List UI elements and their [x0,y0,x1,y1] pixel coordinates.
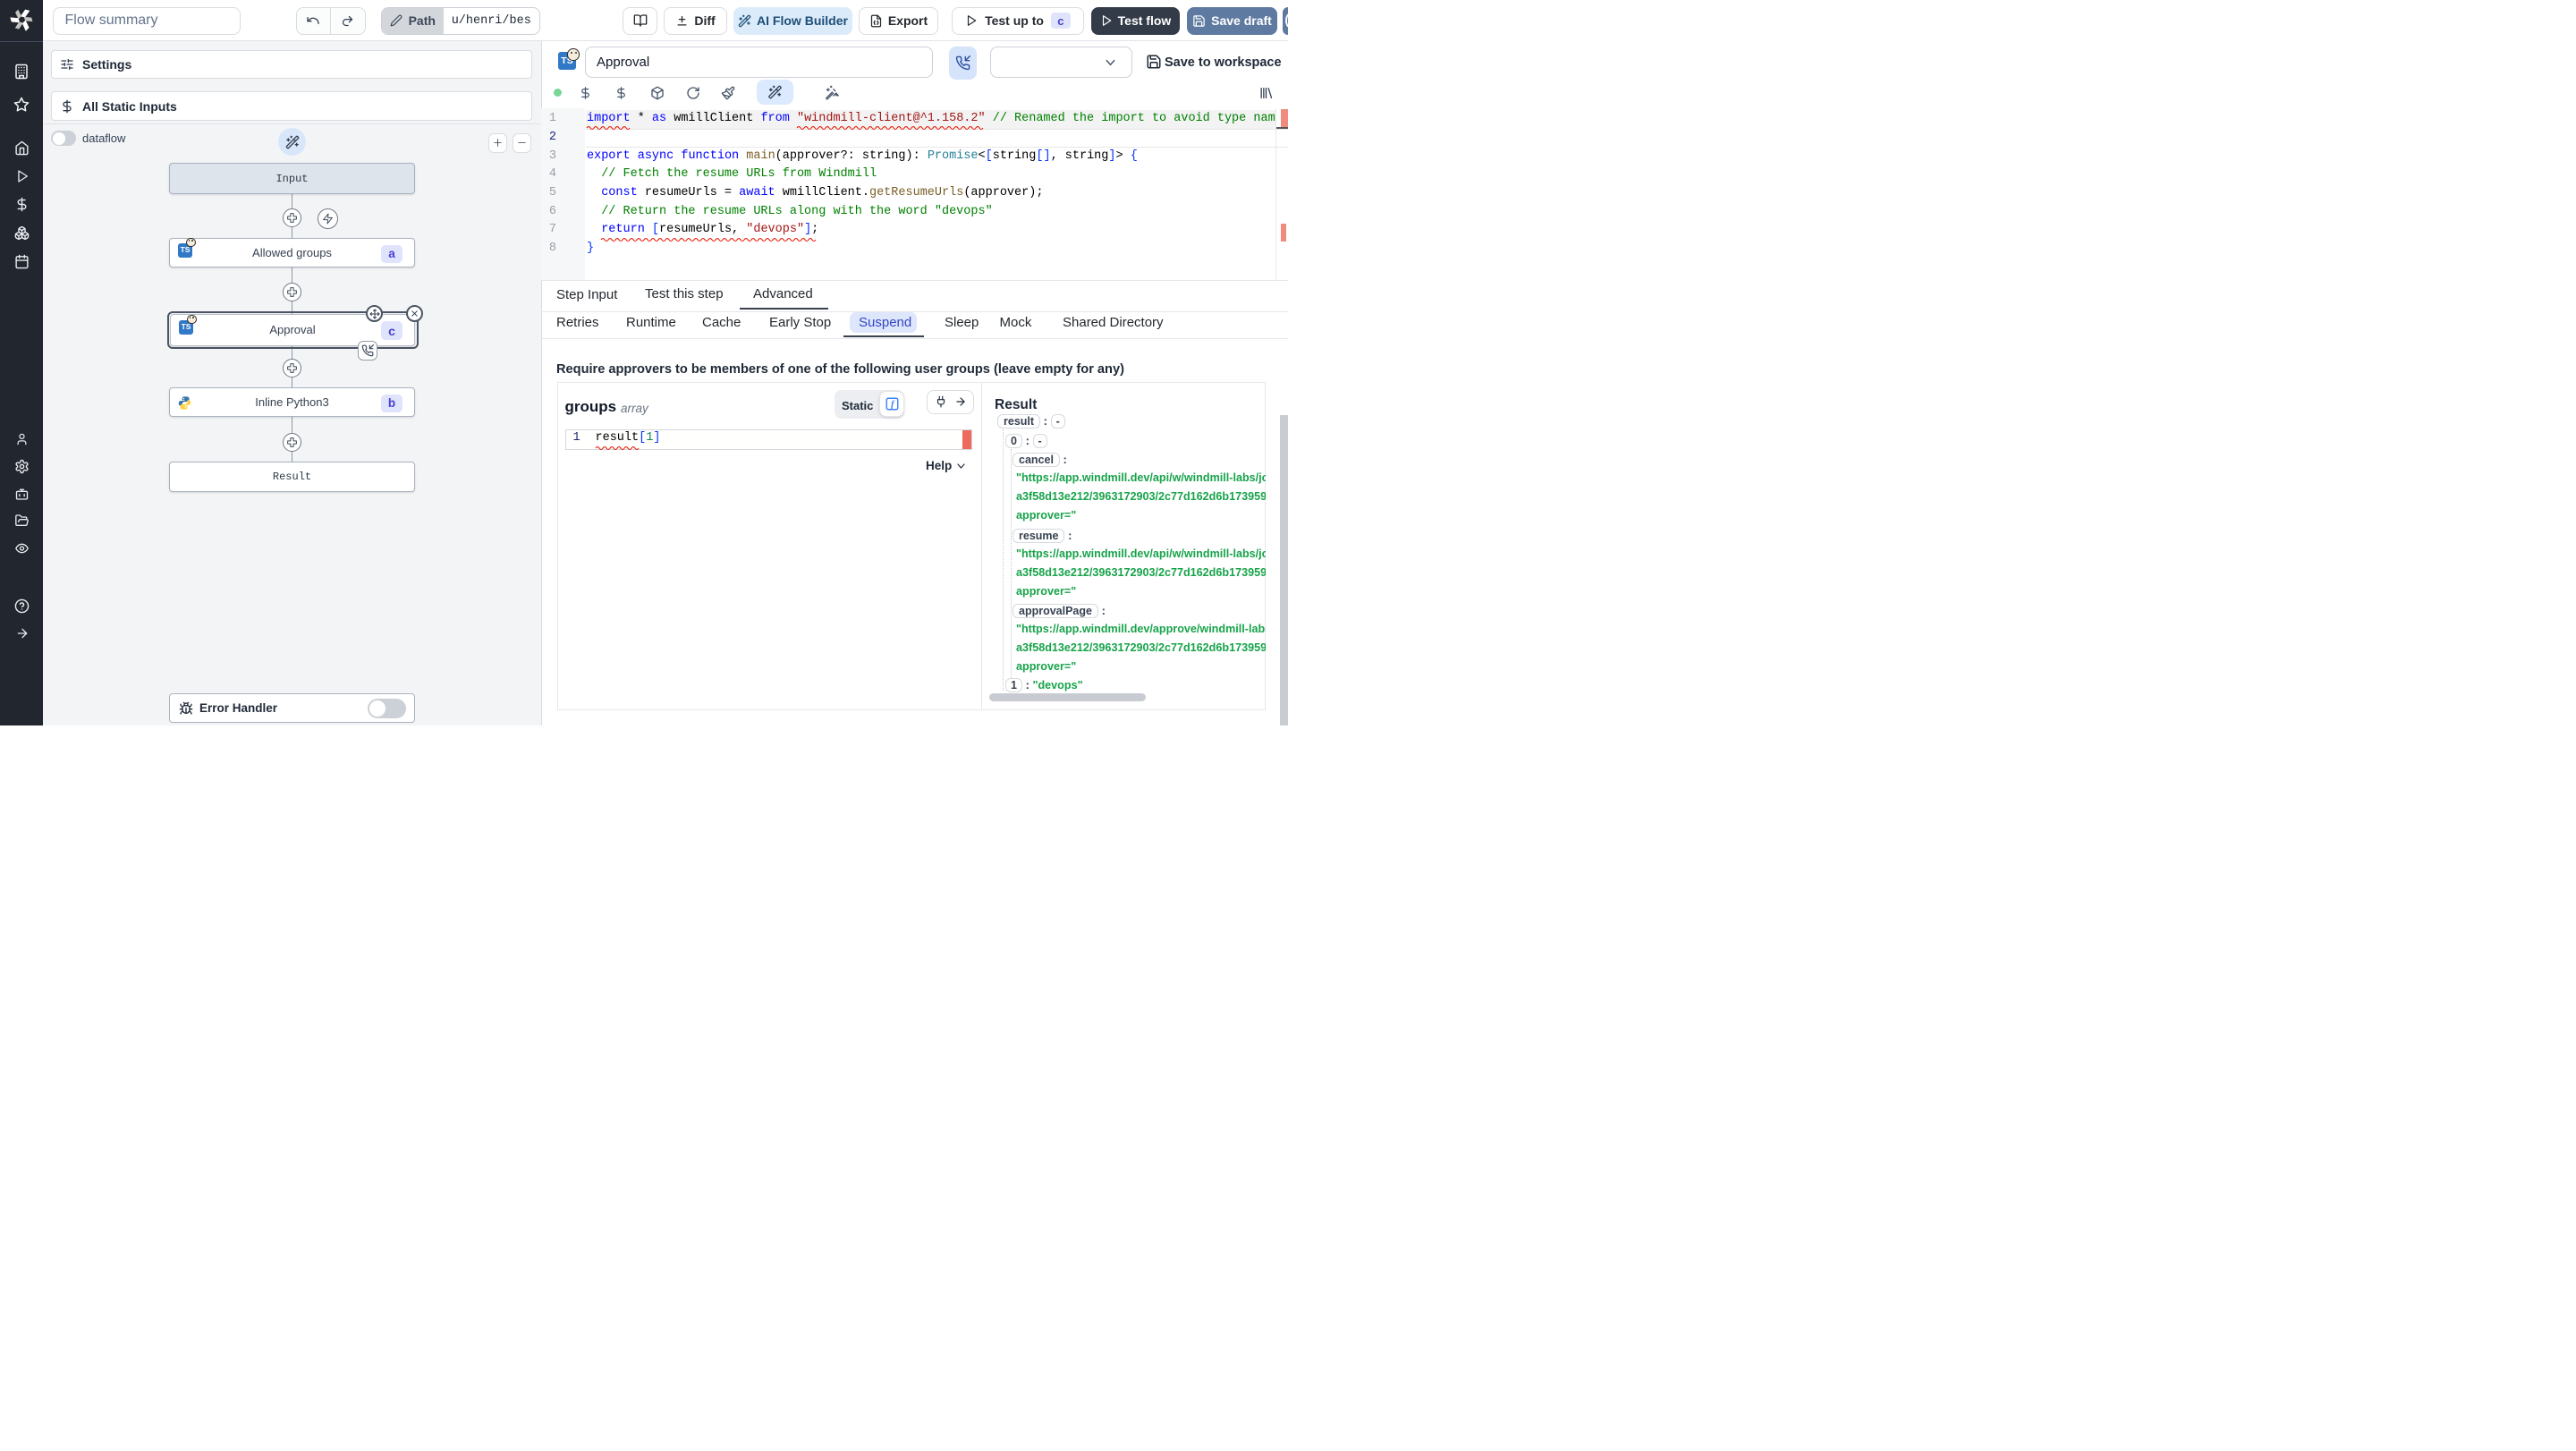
svg-text:f: f [891,400,895,410]
